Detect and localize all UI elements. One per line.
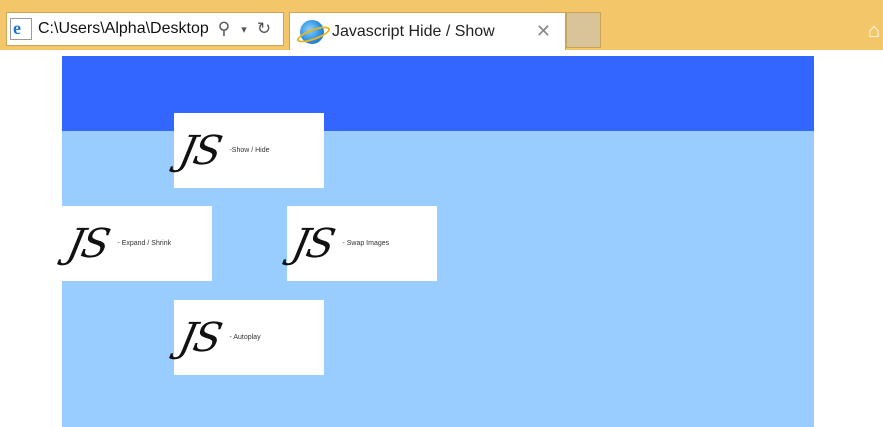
js-logo: JS [175,314,225,361]
address-bar[interactable]: e C:\Users\Alpha\Desktop ⚲ ▾ ↻ [6,12,284,46]
page-icon: e [10,18,32,40]
tab-title: Javascript Hide / Show [332,22,495,40]
tile-caption: - Autoplay [229,334,261,341]
chevron-down-icon[interactable]: ▾ [234,17,254,41]
js-logo: JS [175,127,225,174]
close-icon[interactable]: ✕ [536,21,551,42]
tab-javascript-hide-show[interactable]: Javascript Hide / Show ✕ [289,12,566,50]
tile-caption: - Expand / Shrink [117,240,172,247]
tile-caption: - Swap Images [342,240,390,247]
refresh-icon[interactable]: ↻ [254,17,274,41]
home-icon[interactable]: ⌂ [868,20,880,43]
new-tab-button[interactable] [566,12,601,48]
tile-caption: -Show / Hide [229,147,270,154]
ie-icon [300,19,324,44]
search-icon[interactable]: ⚲ [214,17,234,41]
tile-show-hide[interactable]: JS -Show / Hide [174,113,324,188]
js-logo: JS [288,220,338,267]
address-input[interactable]: C:\Users\Alpha\Desktop [38,20,214,38]
browser-chrome: e C:\Users\Alpha\Desktop ⚲ ▾ ↻ Javascrip… [0,0,883,50]
tile-autoplay[interactable]: JS - Autoplay [174,300,324,375]
page-content: JS -Show / Hide JS - Expand / Shrink JS … [62,56,814,427]
tile-swap-images[interactable]: JS - Swap Images [287,206,437,281]
js-logo: JS [63,220,113,267]
tile-expand-shrink[interactable]: JS - Expand / Shrink [62,206,212,281]
